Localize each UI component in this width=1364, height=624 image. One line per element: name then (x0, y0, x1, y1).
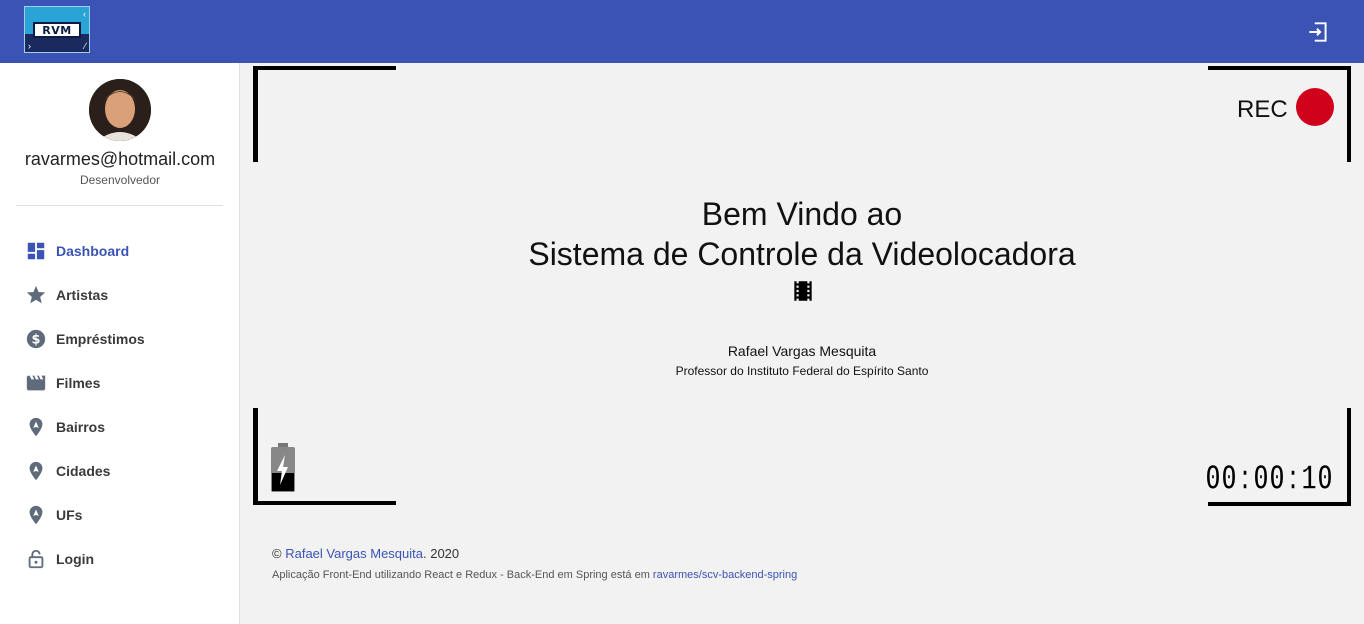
author-name: Rafael Vargas Mesquita (727, 343, 877, 359)
footer-description: Aplicação Front-End utilizando React e R… (272, 569, 797, 581)
sidebar-item-label: Filmes (56, 375, 101, 391)
app-bar: ‹ RVM › ⁄ (0, 0, 1364, 63)
location-icon (24, 459, 48, 483)
sidebar-item-label: Login (56, 551, 95, 567)
sidebar-item-label: Empréstimos (56, 331, 145, 347)
movie-icon (24, 371, 48, 395)
dashboard-icon (24, 239, 48, 263)
sidebar-item-ufs[interactable]: UFs (0, 493, 239, 537)
author-link[interactable]: Rafael Vargas Mesquita (285, 546, 423, 561)
viewfinder-corner-top-left (253, 66, 396, 70)
footer-description-text: Aplicação Front-End utilizando React e R… (272, 569, 653, 581)
user-role: Desenvolvedor (79, 173, 161, 187)
rvm-logo[interactable]: ‹ RVM › ⁄ (24, 6, 90, 53)
repo-link[interactable]: ravarmes/scv-backend-spring (653, 569, 797, 581)
sidebar-item-label: UFs (56, 507, 83, 523)
viewfinder-corner-bottom-right (1347, 408, 1351, 506)
avatar (89, 79, 151, 141)
lock-icon (24, 547, 48, 571)
rec-label: REC (1237, 96, 1288, 123)
sidebar-item-bairros[interactable]: Bairros (0, 405, 239, 449)
location-icon (24, 415, 48, 439)
battery-charging-icon (270, 443, 296, 493)
recording-timer: 00:00:10 (1204, 458, 1333, 494)
copyright-symbol: © (272, 546, 282, 561)
sidebar-item-login[interactable]: Login (0, 537, 239, 581)
logo-text: RVM (33, 22, 81, 38)
star-icon (24, 283, 48, 307)
svg-text:$: $ (32, 333, 41, 348)
welcome-title: Bem Vindo ao (701, 196, 903, 232)
sidebar-item-emprestimos[interactable]: $ Empréstimos (0, 317, 239, 361)
logout-button[interactable] (1304, 18, 1332, 46)
viewfinder-corner-top-right (1347, 66, 1351, 162)
welcome-subtitle: Sistema de Controle da Videolocadora (528, 236, 1076, 272)
sidebar-nav: Dashboard Artistas $ Empréstimos Filmes … (0, 229, 239, 581)
rec-indicator-icon (1296, 88, 1334, 126)
footer-copyright: © Rafael Vargas Mesquita. 2020 (272, 546, 459, 561)
divider (16, 205, 223, 206)
footer-year: . 2020 (423, 546, 460, 561)
viewfinder-corner-top-right (1208, 66, 1351, 70)
sidebar-item-label: Cidades (56, 463, 111, 479)
sidebar-item-filmes[interactable]: Filmes (0, 361, 239, 405)
viewfinder-corner-bottom-right (1208, 502, 1351, 506)
sidebar-item-label: Dashboard (56, 243, 130, 259)
sidebar: ravarmes@hotmail.com Desenvolvedor Dashb… (0, 63, 240, 624)
logout-icon (1309, 22, 1327, 42)
user-email: ravarmes@hotmail.com (24, 149, 216, 169)
sidebar-item-label: Artistas (56, 287, 109, 303)
sidebar-item-label: Bairros (56, 419, 106, 435)
viewfinder-corner-bottom-left (253, 501, 396, 505)
film-strip-icon (790, 278, 816, 304)
timer-text: 00:00:10 (1205, 459, 1333, 494)
sidebar-item-cidades[interactable]: Cidades (0, 449, 239, 493)
viewfinder-corner-bottom-left (253, 408, 258, 505)
viewfinder-corner-top-left (253, 66, 258, 162)
sidebar-item-dashboard[interactable]: Dashboard (0, 229, 239, 273)
location-icon (24, 503, 48, 527)
sidebar-item-artistas[interactable]: Artistas (0, 273, 239, 317)
author-title: Professor do Instituto Federal do Espíri… (675, 364, 929, 378)
dollar-icon: $ (24, 327, 48, 351)
